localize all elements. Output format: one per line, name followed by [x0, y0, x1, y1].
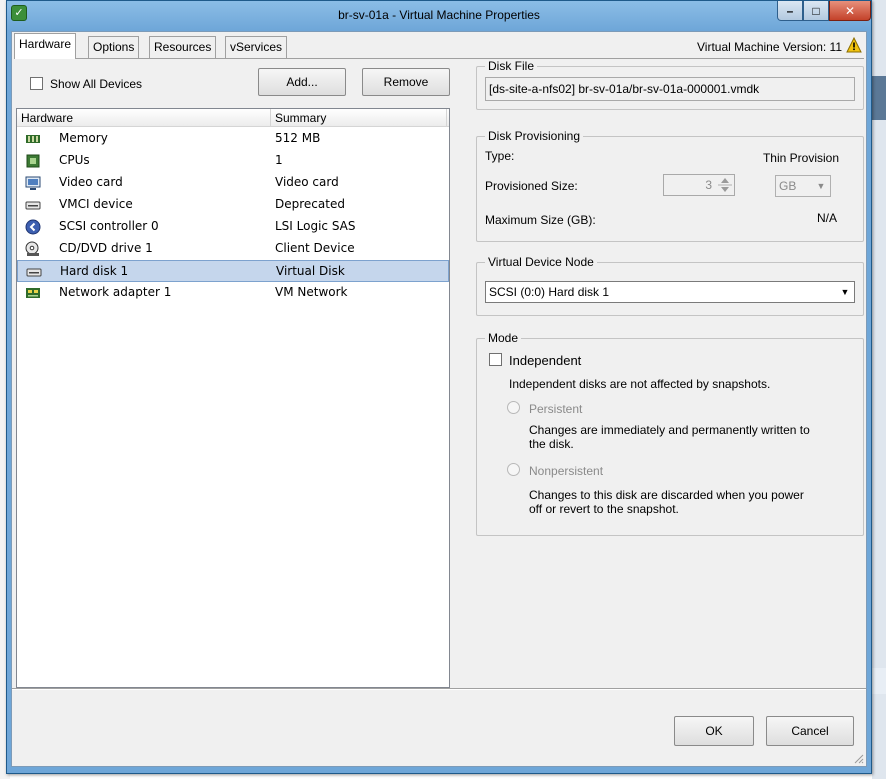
row-summary: Video card [275, 175, 339, 189]
device-node-select[interactable]: SCSI (0:0) Hard disk 1 ▼ [485, 281, 855, 303]
disk-file-legend: Disk File [485, 59, 538, 73]
independent-checkbox[interactable] [489, 353, 502, 366]
show-all-devices-checkbox[interactable] [30, 77, 43, 90]
row-summary: Virtual Disk [276, 264, 345, 278]
tab-strip-border [14, 58, 864, 59]
column-header-summary[interactable]: Summary [271, 109, 447, 127]
table-row[interactable]: SCSI controller 0 LSI Logic SAS [17, 216, 449, 238]
nonpersistent-radio[interactable] [507, 463, 520, 476]
network-adapter-icon [26, 288, 40, 298]
footer-separator-highlight [12, 689, 866, 690]
virtual-device-node-legend: Virtual Device Node [485, 255, 597, 269]
cd-dvd-icon [25, 241, 39, 256]
maximize-button[interactable]: □ [803, 1, 829, 21]
size-unit-select[interactable]: GB ▼ [775, 175, 831, 197]
scsi-controller-icon [25, 219, 41, 235]
table-row[interactable]: Memory 512 MB [17, 128, 449, 150]
row-hardware-name: SCSI controller 0 [59, 219, 159, 233]
cancel-button[interactable]: Cancel [766, 716, 854, 746]
column-header-hardware[interactable]: Hardware [17, 109, 271, 127]
background-window-right [872, 0, 886, 779]
row-hardware-name: Network adapter 1 [59, 285, 172, 299]
dialog-client-area: Hardware Options Resources vServices Vir… [11, 31, 867, 767]
show-all-devices-label: Show All Devices [50, 77, 143, 91]
table-row[interactable]: Network adapter 1 VM Network [17, 282, 449, 304]
virtual-device-node-group: Virtual Device Node SCSI (0:0) Hard disk… [476, 255, 864, 316]
hardware-table: Hardware Summary Memory 512 MB CPUs 1 Vi… [16, 108, 450, 688]
vm-version-label: Virtual Machine Version: 11 [697, 40, 842, 54]
row-hardware-name: Video card [59, 175, 123, 189]
table-row-selected[interactable]: Hard disk 1 Virtual Disk [17, 260, 449, 282]
minimize-button[interactable]: – [777, 1, 803, 21]
provisioned-size-label: Provisioned Size: [485, 179, 578, 193]
disk-file-path-field[interactable]: [ds-site-a-nfs02] br-sv-01a/br-sv-01a-00… [485, 77, 855, 101]
chevron-down-icon: ▼ [840, 287, 850, 297]
memory-icon [26, 135, 40, 143]
tab-options[interactable]: Options [88, 36, 140, 58]
row-summary: LSI Logic SAS [275, 219, 356, 233]
row-hardware-name: CPUs [59, 153, 90, 167]
hard-disk-icon [26, 268, 42, 277]
title-bar[interactable]: ✓ br-sv-01a - Virtual Machine Properties… [7, 1, 871, 31]
ok-button[interactable]: OK [674, 716, 754, 746]
maximum-size-value: N/A [816, 211, 837, 225]
mode-legend: Mode [485, 331, 522, 345]
mode-group: Mode Independent Independent disks are n… [476, 331, 864, 536]
persistent-radio[interactable] [507, 401, 520, 414]
warning-icon [846, 37, 862, 53]
maximum-size-label: Maximum Size (GB): [485, 213, 596, 227]
vmci-device-icon [25, 201, 41, 210]
table-row[interactable]: Video card Video card [17, 172, 449, 194]
vm-properties-dialog: ✓ br-sv-01a - Virtual Machine Properties… [6, 0, 872, 774]
tab-resources[interactable]: Resources [149, 36, 217, 58]
persistent-label: Persistent [529, 402, 583, 416]
tab-hardware[interactable]: Hardware [14, 33, 77, 59]
row-hardware-name: Memory [59, 131, 108, 145]
row-summary: 1 [275, 153, 283, 167]
video-card-icon [25, 176, 41, 190]
hardware-table-header: Hardware Summary [17, 109, 449, 127]
persistent-description-line2: the disk. [529, 437, 574, 451]
remove-button[interactable]: Remove [362, 68, 450, 96]
row-summary: 512 MB [275, 131, 321, 145]
disk-provisioning-legend: Disk Provisioning [485, 129, 584, 143]
tab-vservices[interactable]: vServices [225, 36, 288, 58]
row-summary: Client Device [275, 241, 355, 255]
type-label: Type: [485, 149, 515, 163]
row-hardware-name: VMCI device [59, 197, 133, 211]
window-title: br-sv-01a - Virtual Machine Properties [338, 8, 540, 22]
persistent-description-line1: Changes are immediately and permanently … [529, 423, 810, 437]
close-button[interactable]: ✕ [829, 1, 871, 21]
spinner-arrows-icon[interactable] [717, 175, 733, 195]
table-row[interactable]: CPUs 1 [17, 150, 449, 172]
cpu-icon [26, 154, 40, 168]
row-summary: Deprecated [275, 197, 345, 211]
independent-description: Independent disks are not affected by sn… [509, 377, 771, 391]
type-value: Thin Provision [762, 151, 839, 165]
table-row[interactable]: CD/DVD drive 1 Client Device [17, 238, 449, 260]
disk-file-group: Disk File [ds-site-a-nfs02] br-sv-01a/br… [476, 59, 864, 110]
nonpersistent-description-line1: Changes to this disk are discarded when … [529, 488, 804, 502]
device-node-value: SCSI (0:0) Hard disk 1 [489, 285, 610, 299]
resize-grip-icon[interactable] [852, 752, 864, 764]
table-row[interactable]: VMCI device Deprecated [17, 194, 449, 216]
row-hardware-name: Hard disk 1 [60, 264, 129, 278]
disk-provisioning-group: Disk Provisioning Type: Thin Provision P… [476, 129, 864, 242]
chevron-down-icon: ▼ [816, 181, 826, 191]
row-hardware-name: CD/DVD drive 1 [59, 241, 153, 255]
independent-label: Independent [509, 353, 582, 368]
nonpersistent-label: Nonpersistent [529, 464, 604, 478]
row-summary: VM Network [275, 285, 348, 299]
nonpersistent-description-line2: off or revert to the snapshot. [529, 502, 679, 516]
add-button[interactable]: Add... [258, 68, 346, 96]
size-unit-value: GB [779, 179, 797, 193]
